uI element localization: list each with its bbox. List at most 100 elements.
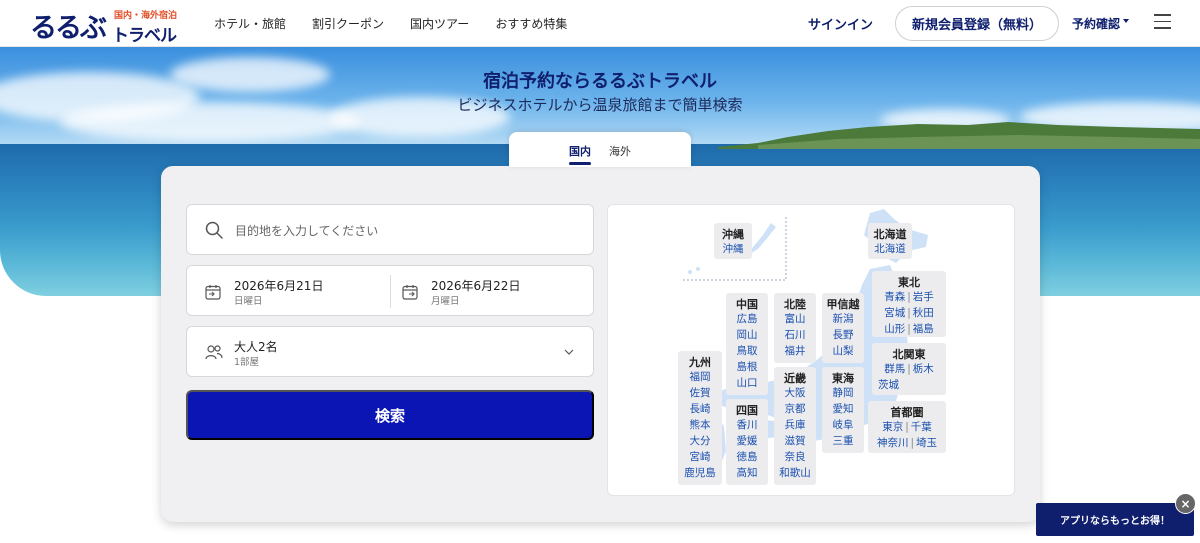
region-name-kinki: 近畿 [784,372,806,385]
pref-yamaguchi[interactable]: 山口 [726,375,768,391]
pref-kochi[interactable]: 高知 [726,465,768,481]
rurubu-travel-logo[interactable]: るるぶ 国内・海外宿泊 トラベル [30,6,180,46]
pref-niigata[interactable]: 新潟 [822,311,864,327]
pref-gunma[interactable]: 群馬 [884,363,905,375]
pref-aichi[interactable]: 愛知 [822,401,864,417]
pref-okinawa[interactable]: 沖縄 [714,241,752,257]
signin-link[interactable]: サインイン [808,14,873,33]
pref-oita[interactable]: 大分 [678,433,722,449]
pref-saga[interactable]: 佐賀 [678,385,722,401]
pref-ishikawa[interactable]: 石川 [774,327,816,343]
nav-domestic-tours[interactable]: 国内ツアー [410,15,469,32]
site-header: るるぶ 国内・海外宿泊 トラベル ホテル・旅館 割引クーポン 国内ツアー おすす… [0,0,1200,47]
pref-nara[interactable]: 奈良 [774,449,816,465]
pref-kanagawa[interactable]: 神奈川 [877,437,909,449]
people-icon [205,345,223,360]
pref-kumamoto[interactable]: 熊本 [678,417,722,433]
pref-fukushima[interactable]: 福島 [913,323,934,335]
pref-nagasaki[interactable]: 長崎 [678,401,722,417]
pref-tottori[interactable]: 鳥取 [726,343,768,359]
region-chugoku: 中国 広島 岡山 鳥取 島根 山口 [726,293,768,395]
region-name-okinawa: 沖縄 [722,228,744,241]
pref-chiba[interactable]: 千葉 [911,421,932,433]
pref-shimane[interactable]: 島根 [726,359,768,375]
region-name-shutoken: 首都圏 [890,406,924,419]
tab-domestic[interactable]: 国内 [569,143,591,165]
pref-shiga[interactable]: 滋賀 [774,433,816,449]
checkin-date: 2026年6月21日 [234,279,324,293]
nav-hotels[interactable]: ホテル・旅館 [214,15,286,32]
pref-hokkaido[interactable]: 北海道 [868,241,912,257]
pref-wakayama[interactable]: 和歌山 [774,465,816,481]
region-name-tohoku: 東北 [898,276,920,289]
pref-fukuoka[interactable]: 福岡 [678,369,722,385]
hero-subtitle: ビジネスホテルから温泉旅館まで簡単検索 [457,96,743,114]
pref-akita[interactable]: 秋田 [913,307,934,319]
page: るるぶ 国内・海外宿泊 トラベル ホテル・旅館 割引クーポン 国内ツアー おすす… [0,0,1200,543]
search-panel: 目的地を入力してください 2026年6月21日 日曜日 2026年6月22日 月… [161,166,1040,522]
region-name-hokuriku: 北陸 [784,298,806,311]
close-icon[interactable]: × [1175,493,1196,514]
tab-overseas[interactable]: 海外 [609,143,631,165]
pref-kagawa[interactable]: 香川 [726,417,768,433]
region-kyushu: 九州 福岡 佐賀 長崎 熊本 大分 宮崎 鹿児島 [678,351,722,485]
guests-rooms-select[interactable]: 大人2名 1部屋 [186,326,594,377]
pref-miyagi[interactable]: 宮城 [884,307,905,319]
region-name-kitakanto: 北関東 [892,348,926,361]
japan-region-map: 沖縄 沖縄 北海道 北海道 東北 青森 | 岩手 宮城 | 秋田 山形 | 福島 北関東 群… [607,204,1015,496]
rooms-count: 1部屋 [234,357,260,368]
logo-wordmark: るるぶ [30,13,107,44]
region-tohoku: 東北 青森 | 岩手 宮城 | 秋田 山形 | 福島 [872,271,946,337]
pref-kyoto[interactable]: 京都 [774,401,816,417]
pref-aomori[interactable]: 青森 [884,291,905,303]
destination-placeholder: 目的地を入力してください [235,224,379,238]
pref-tokyo[interactable]: 東京 [882,421,903,433]
pref-fukui[interactable]: 福井 [774,343,816,359]
pref-saitama[interactable]: 埼玉 [916,437,937,449]
pref-osaka[interactable]: 大阪 [774,385,816,401]
pref-nagano[interactable]: 長野 [822,327,864,343]
region-tokai: 東海 静岡 愛知 岐阜 三重 [822,367,864,453]
checkin-field[interactable]: 2026年6月21日 日曜日 [187,266,390,317]
pref-yamagata[interactable]: 山形 [884,323,905,335]
region-name-kyushu: 九州 [689,356,711,369]
pref-hiroshima[interactable]: 広島 [726,311,768,327]
destination-input[interactable]: 目的地を入力してください [186,204,594,255]
pref-gifu[interactable]: 岐阜 [822,417,864,433]
pref-okayama[interactable]: 岡山 [726,327,768,343]
pref-toyama[interactable]: 富山 [774,311,816,327]
app-promo-banner[interactable]: アプリならもっとお得！ [1036,503,1194,536]
pref-mie[interactable]: 三重 [822,433,864,449]
pref-yamanashi[interactable]: 山梨 [822,343,864,359]
pref-ibaraki[interactable]: 茨城 [878,379,899,391]
pref-ehime[interactable]: 愛媛 [726,433,768,449]
region-shutoken: 首都圏 東京 | 千葉 神奈川 | 埼玉 [868,401,946,453]
search-button[interactable]: 検索 [186,390,594,440]
island-image [718,122,1200,149]
hamburger-menu-icon[interactable] [1154,14,1171,29]
date-range-field: 2026年6月21日 日曜日 2026年6月22日 月曜日 [186,265,594,316]
region-name-shikoku: 四国 [736,404,758,417]
pref-tokushima[interactable]: 徳島 [726,449,768,465]
booking-check-menu[interactable]: 予約確認 [1072,15,1120,32]
logo-travel-text: トラベル [112,26,177,46]
calendar-checkout-icon [402,285,418,300]
pref-iwate[interactable]: 岩手 [913,291,934,303]
pref-hyogo[interactable]: 兵庫 [774,417,816,433]
checkout-date: 2026年6月22日 [431,279,521,293]
nav-coupons[interactable]: 割引クーポン [312,15,384,32]
pref-kagoshima[interactable]: 鹿児島 [678,465,722,481]
pref-shizuoka[interactable]: 静岡 [822,385,864,401]
register-button[interactable]: 新規会員登録（無料） [895,6,1059,41]
region-kinki: 近畿 大阪 京都 兵庫 滋賀 奈良 和歌山 [774,367,816,485]
caret-down-icon [1123,19,1129,23]
region-hokuriku: 北陸 富山 石川 福井 [774,293,816,363]
pref-tochigi[interactable]: 栃木 [913,363,934,375]
pref-miyazaki[interactable]: 宮崎 [678,449,722,465]
region-kitakanto: 北関東 群馬 | 栃木 茨城 [872,343,946,395]
checkout-field[interactable]: 2026年6月22日 月曜日 [391,266,594,317]
chevron-down-icon [564,349,574,355]
guests-count: 大人2名 [234,340,278,354]
checkout-day: 月曜日 [431,296,460,307]
nav-features[interactable]: おすすめ特集 [495,15,567,32]
